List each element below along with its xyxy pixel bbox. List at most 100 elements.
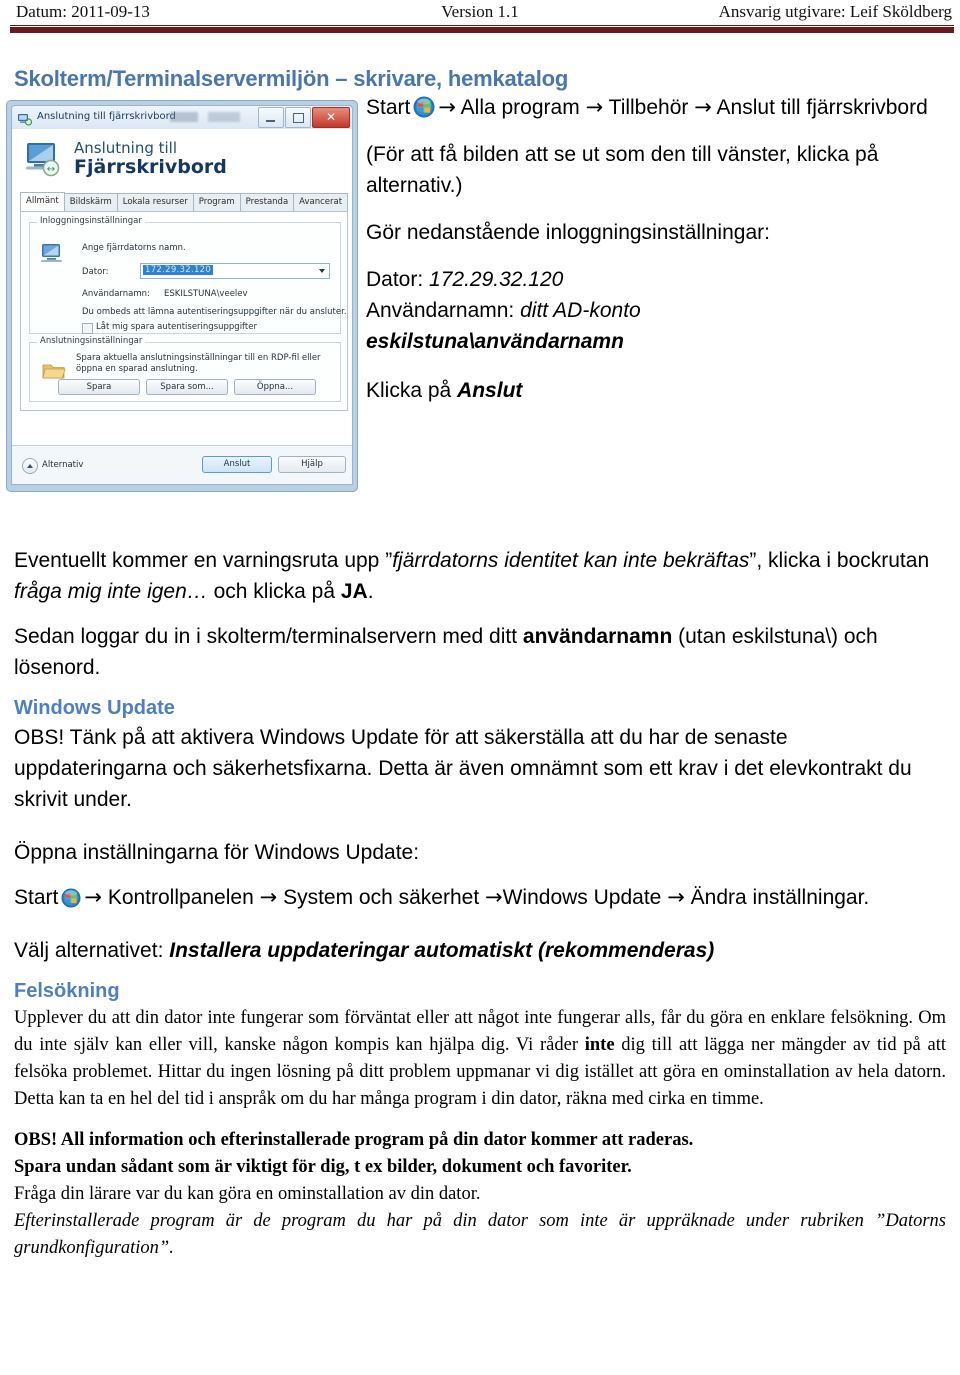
anvandarnamn-field-value: ESKILSTUNA\veelev (164, 289, 248, 299)
warning-block: Eventuellt kommer en varningsruta upp ”f… (14, 545, 946, 683)
arrow-icon-1: → (438, 95, 456, 119)
open-settings-paragraph: Öppna inställningarna för Windows Update… (14, 841, 420, 864)
click-anslut-paragraph: Klicka på Anslut (366, 375, 952, 406)
minimize-button[interactable] (258, 107, 284, 128)
tab-program[interactable]: Program (192, 193, 241, 212)
dator-combobox-value: 172.29.32.120 (143, 265, 214, 275)
warning-p1-bold-ja: JA (340, 580, 368, 603)
wu-path-kontrollpanelen: Kontrollpanelen (107, 886, 254, 909)
warning-p2-bold: användarnamn (522, 625, 673, 648)
troubleshooting-obs-line-1: OBS! All information och efterinstallera… (14, 1130, 694, 1150)
save-credentials-checkbox[interactable] (82, 323, 93, 334)
spara-button[interactable]: Spara (58, 379, 140, 395)
tab-allmant[interactable]: Allmänt (20, 192, 65, 212)
oppna-button[interactable]: Öppna... (234, 379, 316, 395)
wu-path-windows-update: Windows Update (502, 886, 662, 909)
spara-som-button[interactable]: Spara som... (146, 379, 228, 395)
rdp-titlebar-icon (18, 111, 33, 126)
start-path-paragraph: Start → Alla program → Tillbehör → Anslu… (366, 92, 952, 123)
document-content: Skolterm/Terminalservermiljön – skrivare… (0, 40, 960, 1262)
path-anslut-till-fjarrskrivbord: Anslut till fjärrskrivbord (716, 96, 928, 119)
tab-prestanda[interactable]: Prestanda (239, 193, 295, 212)
page-title: Skolterm/Terminalservermiljön – skrivare… (14, 66, 569, 91)
choose-prefix: Välj alternativet: (14, 939, 170, 962)
arrow-icon-4: → (84, 885, 102, 909)
windows-update-block: OBS! Tänk på att aktivera Windows Update… (14, 722, 946, 966)
hjalp-button[interactable]: Hjälp (278, 456, 346, 473)
troubleshooting-ask-teacher: Fråga din lärare var du kan göra en omin… (14, 1184, 481, 1204)
warning-paragraph-1: Eventuellt kommer en varningsruta upp ”f… (14, 545, 946, 607)
anvandarnamn-value: ditt AD-konto (520, 299, 641, 322)
rdp-titlebar: Anslutning till fjärrskrivbord ✕ (11, 105, 353, 129)
svg-text:↔: ↔ (47, 164, 55, 175)
anslut-button[interactable]: Anslut (202, 456, 272, 473)
rdp-window-buttons: ✕ (258, 107, 350, 128)
login-settings-group-title: Inloggningsinställningar (37, 216, 145, 226)
troubleshooting-italic-note: Efterinstallerade program är de program … (14, 1211, 946, 1258)
anvandarnamn-domain-example: eskilstuna\användarnamn (366, 330, 624, 353)
path-alla-program: Alla program (460, 96, 580, 119)
rdp-dialog-body: ↔ Anslutning till Fjärrskrivbord Allmänt… (11, 129, 353, 485)
troubleshooting-heading: Felsökning (14, 980, 120, 1002)
rdp-titlebar-text: Anslutning till fjärrskrivbord (37, 111, 176, 122)
dator-value: 172.29.32.120 (429, 268, 564, 291)
dator-combobox[interactable]: 172.29.32.120 (140, 263, 330, 279)
connection-settings-group-title: Anslutningsinställningar (37, 336, 146, 346)
computer-icon (40, 243, 66, 265)
tab-bildskarm[interactable]: Bildskärm (63, 193, 118, 212)
header-divider-thick (10, 27, 954, 33)
anvandarnamn-label: Användarnamn: (366, 299, 515, 322)
alternativ-label[interactable]: Alternativ (42, 460, 83, 470)
warning-p1-italic-1: fjärrdatorns identitet kan inte bekräfta… (392, 549, 750, 572)
warning-p1-italic-2: fråga mig inte igen… (14, 580, 208, 603)
rdp-dialog-screenshot: Anslutning till fjärrskrivbord ✕ ↔ Anslu… (6, 100, 358, 492)
arrow-icon-7: → (667, 885, 685, 909)
windows-start-orb-icon (413, 96, 435, 118)
rdp-dialog-footer: Alternativ Anslut Hjälp (12, 445, 352, 484)
arrow-icon-2: → (585, 95, 604, 119)
close-icon: ✕ (325, 110, 337, 124)
rdp-brand-line1: Anslutning till (74, 139, 177, 157)
arrow-icon-3: → (694, 95, 712, 119)
alternativ-toggle-icon[interactable] (22, 458, 38, 474)
windows-update-obs-paragraph: OBS! Tänk på att aktivera Windows Update… (14, 726, 912, 811)
ts-p1-bold-inte: inte (584, 1035, 615, 1055)
windows-update-path-paragraph: Start → Kontrollpanelen → System och säk (14, 882, 946, 913)
tab-avancerat[interactable]: Avancerat (293, 193, 349, 212)
warning-p2-a: Sedan loggar du in i skolterm/terminalse… (14, 625, 523, 648)
rdp-titlebar-blurred-region (170, 112, 270, 122)
close-button[interactable]: ✕ (312, 107, 350, 128)
start-label: Start (366, 96, 411, 119)
credentials-note: Du ombeds att lämna autentiseringsuppgif… (82, 307, 347, 317)
remote-desktop-monitor-icon: ↔ (24, 141, 64, 177)
click-anslut-bold: Anslut (457, 379, 523, 402)
conn-note-line2: öppna en sparad anslutning. (76, 364, 198, 374)
dator-field-label: Dator: (82, 267, 109, 277)
tab-lokala-resurser[interactable]: Lokala resurser (116, 193, 194, 212)
choose-option-bold: Installera uppdateringar automatiskt (re… (169, 939, 715, 962)
rdp-brand-line2: Fjärrskrivbord (74, 156, 227, 178)
save-credentials-label: Låt mig spara autentiseringsuppgifter (96, 322, 257, 332)
wu-path-start: Start (14, 886, 59, 909)
intro-two-column-block: Anslutning till fjärrskrivbord ✕ ↔ Anslu… (0, 95, 960, 505)
connection-settings-group: Anslutningsinställningar Spara aktuella … (29, 336, 341, 402)
header-publisher: Ansvarig utgivare: Leif Sköldberg (718, 2, 952, 21)
arrow-icon-5: → (259, 885, 278, 909)
login-hint-label: Ange fjärrdatorns namn. (82, 243, 186, 253)
chevron-down-icon (319, 269, 325, 273)
click-prefix: Klicka på (366, 379, 452, 402)
rdp-tab-panel: Inloggningsinställningar Ange fjärrdator… (20, 211, 348, 411)
header-divider-thin (10, 25, 954, 26)
folder-icon (42, 361, 66, 381)
rdp-tab-bar: Allmänt Bildskärm Lokala resurser Progra… (20, 192, 349, 212)
dator-label: Dator: (366, 268, 424, 291)
settings-intro-paragraph: Gör nedanstående inloggningsinställninga… (366, 221, 770, 244)
settings-values-paragraph: Dator: 172.29.32.120 Användarnamn: ditt … (366, 264, 952, 357)
rdp-branding: ↔ Anslutning till Fjärrskrivbord (12, 129, 352, 191)
wu-path-system-och-sakerhet: System och säkerhet (283, 886, 480, 909)
troubleshooting-block: Upplever du att din dator inte fungerar … (14, 1005, 946, 1262)
warning-p1-b: ”, klicka i bockrutan (749, 549, 930, 572)
warning-paragraph-2: Sedan loggar du in i skolterm/terminalse… (14, 621, 946, 683)
choose-option-paragraph: Välj alternativet: Installera uppdaterin… (14, 935, 946, 966)
maximize-button[interactable] (285, 107, 311, 128)
